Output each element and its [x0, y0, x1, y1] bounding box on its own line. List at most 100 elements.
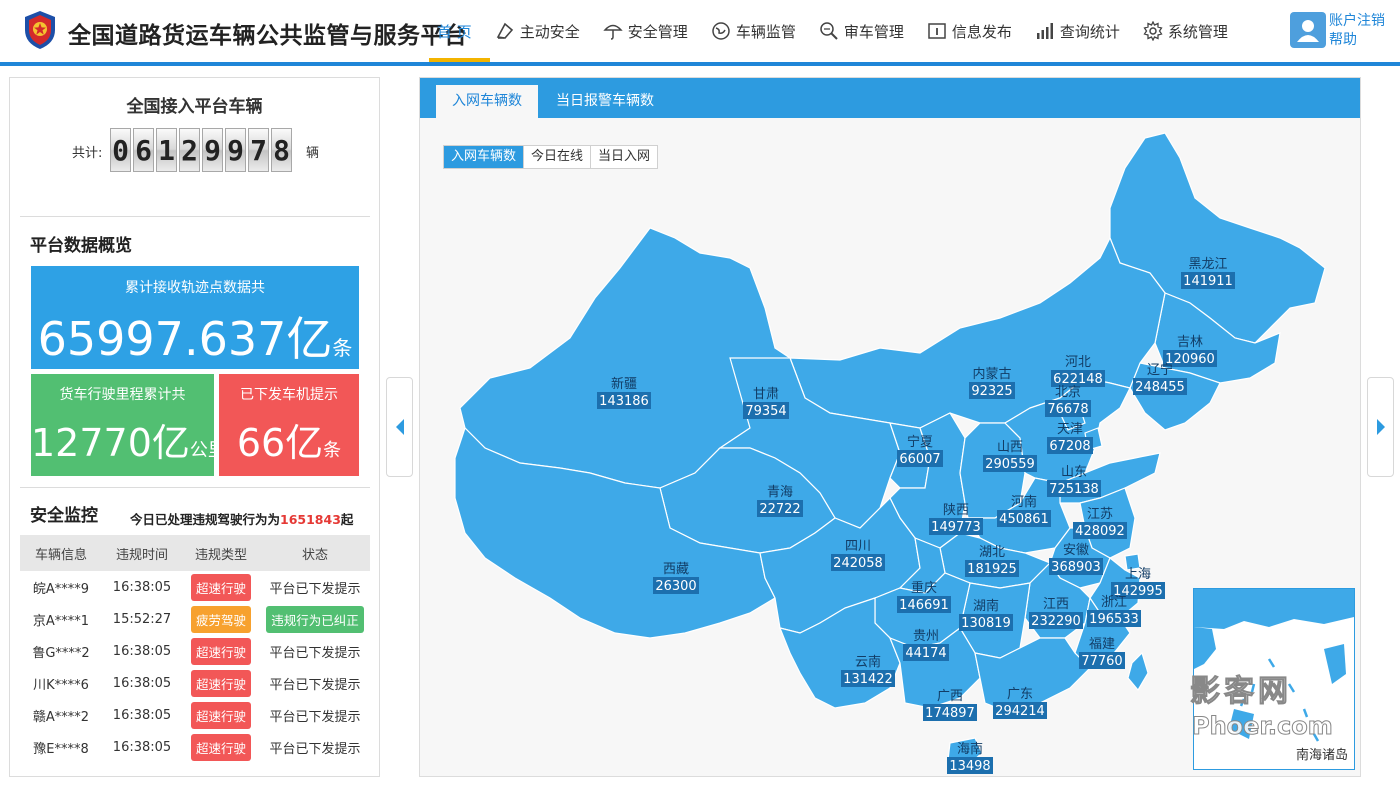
- province-name: 安徽: [1063, 543, 1089, 558]
- subtab-joined-today[interactable]: 当日入网: [591, 146, 657, 168]
- province-name: 河北: [1065, 355, 1091, 370]
- province-value: 232290: [1031, 614, 1081, 629]
- user-icon: [1297, 20, 1319, 42]
- nav-inspection-management-label: 审车管理: [843, 22, 904, 41]
- table-row[interactable]: 豫E****8 16:38:05 超速行驶 平台已下发提示: [20, 731, 370, 763]
- type-cell: 超速行驶: [182, 669, 260, 697]
- gear-icon: [1142, 20, 1164, 42]
- time-cell: 15:52:27: [112, 611, 172, 627]
- type-cell: 超速行驶: [182, 733, 260, 761]
- table-row[interactable]: 赣A****2 16:38:05 超速行驶 平台已下发提示: [20, 699, 370, 731]
- driver-alerts-label: 已下发车机提示: [240, 387, 338, 403]
- track-points-value: 65997.637亿条: [37, 312, 353, 366]
- table-row[interactable]: 川K****6 16:38:05 超速行驶 平台已下发提示: [20, 667, 370, 699]
- province-value: 13498: [949, 759, 990, 774]
- info-board-icon: [926, 20, 948, 42]
- vehicles-prefix: 共计:: [72, 146, 103, 161]
- province-name: 广东: [1007, 687, 1033, 702]
- status-text: 平台已下发提示: [269, 581, 361, 597]
- counter-digit: 9: [202, 128, 223, 172]
- mileage-unit: 公里: [189, 440, 214, 461]
- province-value: 368903: [1051, 560, 1101, 575]
- status-text: 平台已下发提示: [269, 645, 361, 661]
- vehicle-cell: 京A****1: [32, 613, 90, 629]
- table-row[interactable]: 京A****1 15:52:27 疲劳驾驶 违规行为已纠正: [20, 603, 370, 635]
- nav-active-safety[interactable]: 主动安全: [494, 0, 580, 62]
- nav-safety-management[interactable]: 安全管理: [602, 0, 688, 62]
- status-text: 平台已下发提示: [269, 677, 361, 693]
- province-label[interactable]: 内蒙古 92325: [969, 366, 1015, 399]
- province-value: 450861: [999, 512, 1049, 527]
- violation-type-badge: 疲劳驾驶: [190, 605, 251, 633]
- nav-home[interactable]: 首 页: [429, 0, 490, 62]
- track-points-label: 累计接收轨迹点数据共: [125, 280, 265, 296]
- province-value: 174897: [925, 706, 975, 721]
- province-value: 141911: [1183, 274, 1233, 289]
- status-cell: 平台已下发提示: [260, 642, 370, 661]
- province-name: 内蒙古: [972, 366, 1011, 382]
- divider: [20, 216, 370, 217]
- monitor-title: 安全监控: [30, 506, 98, 526]
- province-name: 湖北: [979, 545, 1005, 560]
- mileage-label: 货车行驶里程累计共: [59, 387, 186, 403]
- monitor-note: 今日已处理违规驾驶行为为1651843起: [130, 512, 354, 527]
- province-value: 143186: [599, 394, 649, 409]
- vehicle-cell: 鲁G****2: [32, 645, 90, 661]
- mileage-tile: 货车行驶里程累计共 12770亿公里: [31, 374, 214, 476]
- driver-alerts-tile: 已下发车机提示 66亿条: [219, 374, 359, 476]
- nav-vehicle-monitoring-label: 车辆监管: [735, 22, 796, 41]
- subtab-online-today[interactable]: 今日在线: [524, 146, 592, 168]
- province-value: 44174: [905, 646, 946, 661]
- watermark-text: 影客网: [1190, 674, 1292, 710]
- next-arrow-button[interactable]: [1367, 377, 1394, 477]
- track-points-tile: 累计接收轨迹点数据共 65997.637亿条: [31, 266, 359, 369]
- triangle-left-icon: [395, 419, 404, 435]
- province-name: 山西: [997, 440, 1023, 455]
- nav-information-release[interactable]: 信息发布: [926, 0, 1012, 62]
- driver-alerts-value: 66亿条: [236, 421, 342, 465]
- counter-digit: 6: [133, 128, 154, 172]
- province-name: 新疆: [611, 376, 637, 392]
- violation-type-badge: 超速行驶: [190, 573, 251, 601]
- subtab-network-vehicles[interactable]: 入网车辆数: [444, 146, 525, 168]
- status-cell: 平台已下发提示: [260, 674, 370, 693]
- divider: [20, 487, 370, 488]
- province-name: 宁夏: [907, 434, 933, 450]
- top-header: 全国道路货运车辆公共监管与服务平台 首 页 主动安全 安全管理 车辆监管 审车管…: [0, 0, 1400, 66]
- province-value: 77760: [1081, 654, 1122, 669]
- province-name: 辽宁: [1147, 362, 1173, 378]
- column-header: 违规时间: [115, 547, 168, 563]
- nav-home-label: 首 页: [437, 22, 472, 41]
- time-cell: 16:38:05: [112, 643, 172, 659]
- vehicle-cell: 赣A****2: [32, 709, 90, 725]
- nav-vehicle-monitoring[interactable]: 车辆监管: [710, 0, 796, 62]
- nav-query-statistics[interactable]: 查询统计: [1034, 0, 1120, 62]
- nav-system-management[interactable]: 系统管理: [1142, 0, 1228, 62]
- time-cell: 16:38:05: [112, 739, 172, 755]
- umbrella-icon: [602, 20, 624, 42]
- nav-query-statistics-label: 查询统计: [1059, 22, 1120, 41]
- province-label[interactable]: 黑龙江 141911: [1181, 257, 1235, 289]
- logout-link[interactable]: 账户注销: [1329, 12, 1385, 31]
- table-row[interactable]: 皖A****9 16:38:05 超速行驶 平台已下发提示: [20, 571, 370, 603]
- vehicle-cell: 川K****6: [33, 677, 89, 693]
- province-name: 山东: [1061, 465, 1087, 480]
- province-value: 428092: [1075, 524, 1125, 539]
- counter-digit: 0: [110, 128, 131, 172]
- prev-arrow-button[interactable]: [386, 377, 413, 477]
- table-row[interactable]: 鲁G****2 16:38:05 超速行驶 平台已下发提示: [20, 635, 370, 667]
- user-avatar[interactable]: [1290, 12, 1326, 48]
- province-value: 131422: [843, 672, 893, 687]
- help-link[interactable]: 帮助: [1329, 31, 1385, 50]
- province-name: 云南: [855, 654, 881, 670]
- globe-icon: [710, 20, 732, 42]
- province-name: 西藏: [663, 562, 689, 577]
- province-value: 67208: [1049, 439, 1090, 454]
- violation-type-badge: 超速行驶: [190, 733, 251, 761]
- violation-type-badge: 超速行驶: [190, 637, 251, 665]
- province-name: 陕西: [943, 503, 969, 518]
- counter-digit: 8: [271, 128, 292, 172]
- table-body: 皖A****9 16:38:05 超速行驶 平台已下发提示 京A****1 15:52:2…: [20, 571, 370, 763]
- province-value: 181925: [967, 562, 1017, 577]
- nav-inspection-management[interactable]: 审车管理: [818, 0, 904, 62]
